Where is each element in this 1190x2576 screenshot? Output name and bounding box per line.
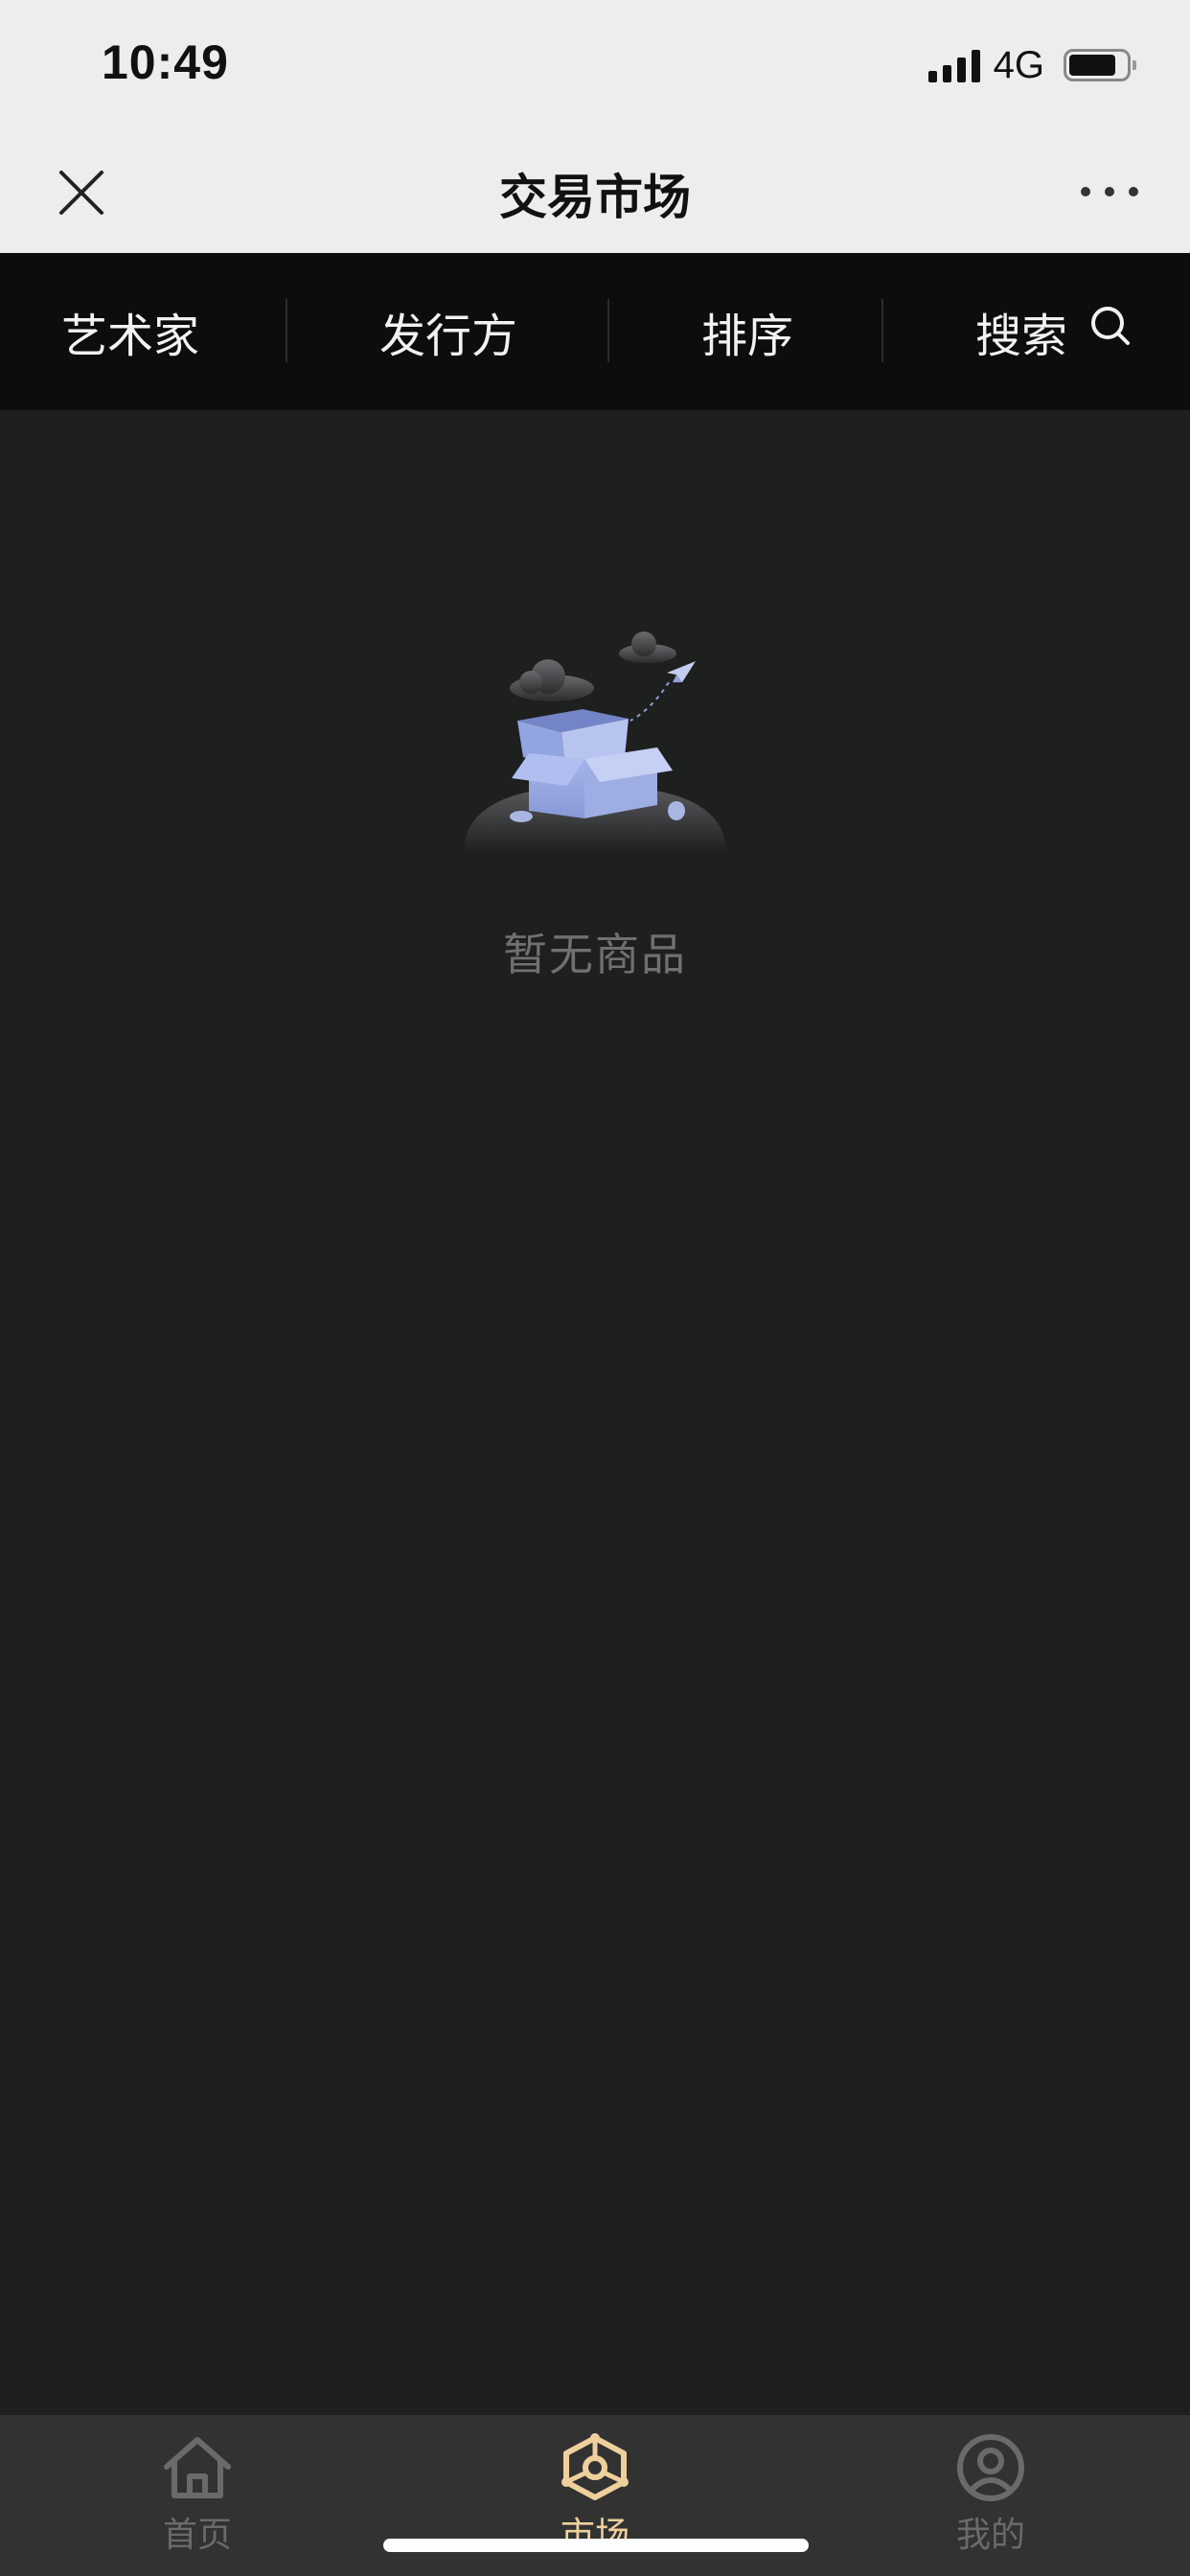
status-bar: 10:49 4G — [0, 0, 1190, 132]
tab-home-label: 首页 — [162, 2516, 232, 2555]
empty-state: 暂无商品 — [0, 613, 1190, 997]
nav-bar: 交易市场 — [0, 132, 1190, 253]
tab-home[interactable]: 首页 — [102, 2432, 293, 2557]
filter-sort-label: 排序 — [701, 310, 794, 363]
network-type: 4G — [993, 43, 1044, 86]
filter-search-label: 搜索 — [975, 310, 1068, 363]
filter-sort[interactable]: 排序 — [701, 253, 793, 410]
empty-message: 暂无商品 — [503, 929, 687, 980]
home-indicator[interactable] — [383, 2539, 809, 2552]
status-time: 10:49 — [102, 35, 229, 89]
search-icon — [1088, 304, 1133, 359]
home-icon — [102, 2432, 293, 2503]
filter-issuer[interactable]: 发行方 — [379, 253, 517, 410]
filter-artist[interactable]: 艺术家 — [61, 253, 199, 410]
more-icon[interactable] — [1081, 180, 1138, 203]
filter-divider — [607, 299, 609, 362]
market-icon — [499, 2432, 691, 2503]
filter-bar: 艺术家 发行方 排序 搜索 — [0, 253, 1190, 410]
filter-artist-label: 艺术家 — [61, 310, 200, 363]
filter-search[interactable]: 搜索 — [975, 253, 1133, 410]
status-indicators: 4G — [927, 43, 1136, 86]
battery-icon — [1064, 49, 1136, 81]
empty-box-illustration — [460, 613, 730, 862]
filter-divider — [286, 299, 287, 362]
tab-profile-label: 我的 — [955, 2516, 1025, 2555]
tab-profile[interactable]: 我的 — [895, 2432, 1087, 2557]
signal-icon — [927, 48, 980, 82]
filter-issuer-label: 发行方 — [379, 310, 518, 363]
profile-icon — [895, 2432, 1087, 2503]
filter-divider — [881, 299, 883, 362]
page-title: 交易市场 — [499, 170, 691, 225]
